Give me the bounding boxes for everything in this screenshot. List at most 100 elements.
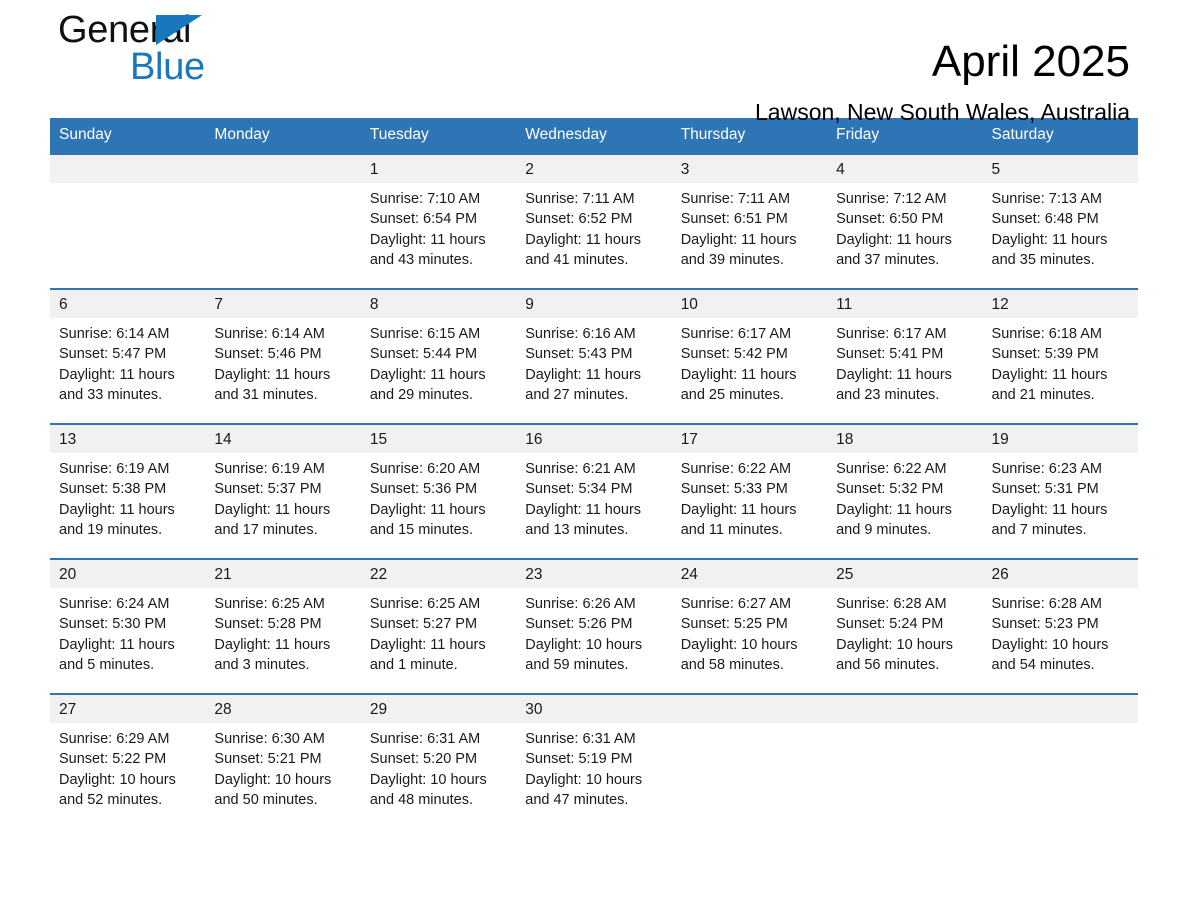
daylight-duration-line1: Daylight: 11 hours — [369, 501, 486, 518]
logo-text-general: General — [58, 10, 318, 50]
day-number: 11 — [827, 290, 983, 318]
day-cell-inner: 29 Sunrise: 6:31 AM Sunset: 5:20 PM Dayligh… — [360, 695, 517, 828]
sunset-time: Sunset: 5:32 PM — [836, 481, 944, 498]
sunrise-time: Sunrise: 6:27 AM — [680, 596, 792, 612]
calendar-day-cell[interactable]: 1 Sunrise: 7:10 AM Sunset: 6:54 PM Daylight… — [360, 153, 517, 289]
calendar-day-cell[interactable]: 25 Sunrise: 6:28 AM Sunset: 5:24 PM Dayligh… — [827, 558, 983, 694]
day-details: Sunrise: 6:26 AM Sunset: 5:26 PM Daylight:… — [516, 588, 671, 675]
sunset-time: Sunset: 5:34 PM — [525, 481, 633, 498]
day-number: 26 — [982, 560, 1138, 588]
calendar-day-cell[interactable]: 12 Sunrise: 6:18 AM Sunset: 5:39 PM Dayligh… — [982, 288, 1138, 424]
masthead: General Blue April 2025 Lawson, New Sout… — [50, 0, 1138, 125]
calendar-day-cell[interactable]: 15 Sunrise: 6:20 AM Sunset: 5:36 PM Dayligh… — [360, 423, 517, 559]
day-details: Sunrise: 6:14 AM Sunset: 5:46 PM Daylight:… — [205, 318, 360, 405]
sunset-time: Sunset: 6:50 PM — [836, 211, 944, 228]
day-cell-inner: 21 Sunrise: 6:25 AM Sunset: 5:28 PM Dayligh… — [205, 560, 361, 693]
day-details: Sunrise: 6:22 AM Sunset: 5:33 PM Daylight:… — [672, 453, 827, 540]
calendar-day-cell[interactable]: 5 Sunrise: 7:13 AM Sunset: 6:48 PM Daylight… — [982, 153, 1138, 289]
calendar-day-cell[interactable]: 20 Sunrise: 6:24 AM Sunset: 5:30 PM Dayligh… — [50, 558, 206, 694]
daylight-duration-line1: Daylight: 11 hours — [369, 636, 486, 653]
sunrise-time: Sunrise: 6:25 AM — [369, 596, 481, 612]
calendar-day-cell[interactable]: 30 Sunrise: 6:31 AM Sunset: 5:19 PM Dayligh… — [516, 693, 672, 828]
day-details: Sunrise: 6:30 AM Sunset: 5:21 PM Daylight:… — [205, 723, 360, 810]
daylight-duration-line2: and 9 minutes. — [836, 521, 932, 538]
daylight-duration-line2: and 1 minute. — [369, 656, 458, 673]
calendar-day-cell[interactable]: 27 Sunrise: 6:29 AM Sunset: 5:22 PM Dayligh… — [50, 693, 206, 828]
day-cell-inner: 9 Sunrise: 6:16 AM Sunset: 5:43 PM Daylight… — [516, 290, 672, 423]
day-number — [205, 155, 361, 183]
daylight-duration-line2: and 43 minutes. — [369, 251, 474, 268]
sunrise-time: Sunrise: 7:10 AM — [369, 191, 481, 207]
daylight-duration-line2: and 41 minutes. — [525, 251, 629, 268]
general-blue-logo[interactable]: General Blue — [58, 10, 318, 106]
day-details: Sunrise: 6:28 AM Sunset: 5:24 PM Daylight:… — [827, 588, 982, 675]
daylight-duration-line1: Daylight: 11 hours — [680, 366, 797, 383]
calendar-day-cell[interactable]: 3 Sunrise: 7:11 AM Sunset: 6:51 PM Daylight… — [671, 153, 828, 289]
sunrise-time: Sunrise: 6:25 AM — [214, 596, 325, 612]
sunset-time: Sunset: 5:24 PM — [836, 616, 944, 633]
calendar-day-cell[interactable]: 14 Sunrise: 6:19 AM Sunset: 5:37 PM Dayligh… — [205, 423, 361, 559]
daylight-duration-line1: Daylight: 11 hours — [836, 231, 952, 248]
calendar-cell-empty — [671, 693, 828, 828]
day-cell-inner — [671, 695, 828, 828]
day-details: Sunrise: 6:25 AM Sunset: 5:27 PM Daylight:… — [361, 588, 516, 675]
sunset-time: Sunset: 5:47 PM — [59, 346, 167, 363]
daylight-duration-line2: and 17 minutes. — [214, 521, 318, 538]
day-cell-inner: 28 Sunrise: 6:30 AM Sunset: 5:21 PM Dayligh… — [205, 695, 361, 828]
daylight-duration-line2: and 59 minutes. — [525, 656, 629, 673]
page-subtitle: Lawson, New South Wales, Australia — [755, 99, 1130, 125]
daylight-duration-line2: and 25 minutes. — [680, 386, 784, 403]
sunrise-time: Sunrise: 6:24 AM — [59, 596, 170, 612]
day-details: Sunrise: 6:18 AM Sunset: 5:39 PM Daylight:… — [983, 318, 1138, 405]
calendar-day-cell[interactable]: 24 Sunrise: 6:27 AM Sunset: 5:25 PM Dayligh… — [671, 558, 828, 694]
calendar-day-cell[interactable]: 23 Sunrise: 6:26 AM Sunset: 5:26 PM Dayligh… — [516, 558, 672, 694]
day-cell-inner: 6 Sunrise: 6:14 AM Sunset: 5:47 PM Daylight… — [50, 290, 206, 423]
daylight-duration-line1: Daylight: 11 hours — [991, 501, 1108, 518]
day-details: Sunrise: 6:15 AM Sunset: 5:44 PM Daylight:… — [361, 318, 516, 405]
calendar-day-cell[interactable]: 16 Sunrise: 6:21 AM Sunset: 5:34 PM Dayligh… — [516, 423, 672, 559]
day-cell-inner: 19 Sunrise: 6:23 AM Sunset: 5:31 PM Dayligh… — [982, 425, 1138, 558]
calendar-day-cell[interactable]: 28 Sunrise: 6:30 AM Sunset: 5:21 PM Dayligh… — [205, 693, 361, 828]
daylight-duration-line2: and 35 minutes. — [991, 251, 1095, 268]
day-details: Sunrise: 7:10 AM Sunset: 6:54 PM Daylight:… — [361, 183, 516, 270]
day-number: 30 — [516, 695, 672, 723]
calendar-day-cell[interactable]: 11 Sunrise: 6:17 AM Sunset: 5:41 PM Dayligh… — [827, 288, 983, 424]
calendar-day-cell[interactable]: 29 Sunrise: 6:31 AM Sunset: 5:20 PM Dayligh… — [360, 693, 517, 828]
calendar-day-cell[interactable]: 6 Sunrise: 6:14 AM Sunset: 5:47 PM Daylight… — [50, 288, 206, 424]
daylight-duration-line1: Daylight: 10 hours — [214, 771, 332, 788]
sunset-time: Sunset: 5:31 PM — [991, 481, 1099, 498]
daylight-duration-line2: and 13 minutes. — [525, 521, 629, 538]
calendar-day-cell[interactable]: 9 Sunrise: 6:16 AM Sunset: 5:43 PM Daylight… — [516, 288, 672, 424]
sunrise-time: Sunrise: 6:18 AM — [991, 326, 1102, 342]
day-number: 15 — [360, 425, 517, 453]
daylight-duration-line1: Daylight: 11 hours — [369, 366, 486, 383]
calendar-day-cell[interactable]: 26 Sunrise: 6:28 AM Sunset: 5:23 PM Dayligh… — [982, 558, 1138, 694]
logo-word-blue: Blue — [130, 46, 205, 88]
logo-triangle-icon — [156, 15, 202, 45]
calendar-day-cell[interactable]: 13 Sunrise: 6:19 AM Sunset: 5:38 PM Dayligh… — [50, 423, 206, 559]
daylight-duration-line1: Daylight: 11 hours — [680, 231, 797, 248]
calendar-day-cell[interactable]: 21 Sunrise: 6:25 AM Sunset: 5:28 PM Dayligh… — [205, 558, 361, 694]
day-cell-inner: 26 Sunrise: 6:28 AM Sunset: 5:23 PM Dayligh… — [982, 560, 1138, 693]
daylight-duration-line2: and 56 minutes. — [836, 656, 940, 673]
sunrise-time: Sunrise: 6:20 AM — [369, 461, 481, 477]
daylight-duration-line1: Daylight: 10 hours — [59, 771, 176, 788]
calendar-day-cell[interactable]: 19 Sunrise: 6:23 AM Sunset: 5:31 PM Dayligh… — [982, 423, 1138, 559]
sunrise-time: Sunrise: 6:31 AM — [369, 731, 481, 747]
daylight-duration-line1: Daylight: 10 hours — [525, 636, 643, 653]
calendar-day-cell[interactable]: 7 Sunrise: 6:14 AM Sunset: 5:46 PM Daylight… — [205, 288, 361, 424]
day-cell-inner: 11 Sunrise: 6:17 AM Sunset: 5:41 PM Dayligh… — [827, 290, 983, 423]
calendar-day-cell[interactable]: 4 Sunrise: 7:12 AM Sunset: 6:50 PM Daylight… — [827, 153, 983, 289]
calendar-day-cell[interactable]: 17 Sunrise: 6:22 AM Sunset: 5:33 PM Dayligh… — [671, 423, 828, 559]
day-number: 25 — [827, 560, 983, 588]
daylight-duration-line1: Daylight: 11 hours — [214, 366, 331, 383]
calendar-day-cell[interactable]: 8 Sunrise: 6:15 AM Sunset: 5:44 PM Daylight… — [360, 288, 517, 424]
day-cell-inner: 16 Sunrise: 6:21 AM Sunset: 5:34 PM Dayligh… — [516, 425, 672, 558]
day-number: 4 — [827, 155, 983, 183]
calendar-day-cell[interactable]: 2 Sunrise: 7:11 AM Sunset: 6:52 PM Daylight… — [516, 153, 672, 289]
sunrise-time: Sunrise: 6:22 AM — [680, 461, 792, 477]
calendar-day-cell[interactable]: 10 Sunrise: 6:17 AM Sunset: 5:42 PM Dayligh… — [671, 288, 828, 424]
calendar-day-cell[interactable]: 18 Sunrise: 6:22 AM Sunset: 5:32 PM Dayligh… — [827, 423, 983, 559]
calendar-day-cell[interactable]: 22 Sunrise: 6:25 AM Sunset: 5:27 PM Dayligh… — [360, 558, 517, 694]
day-cell-inner: 3 Sunrise: 7:11 AM Sunset: 6:51 PM Daylight… — [671, 155, 828, 288]
